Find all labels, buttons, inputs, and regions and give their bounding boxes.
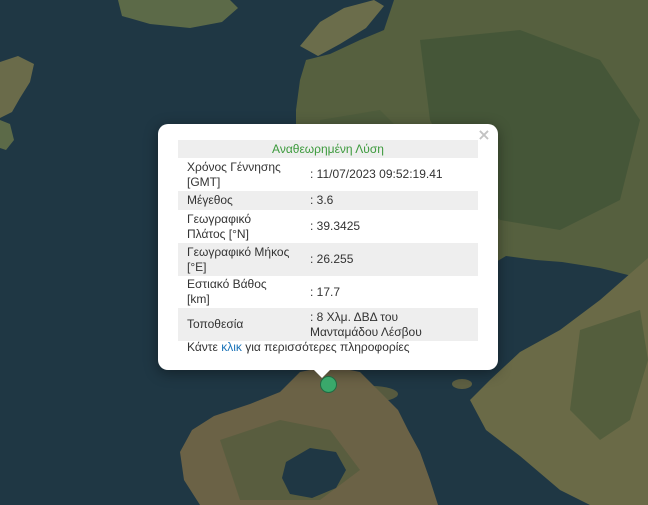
- earthquake-info-popup: × Αναθεωρημένη Λύση Χρόνος Γέννησης [GMT…: [158, 124, 498, 370]
- location-value: : 8 Χλμ. ΔΒΔ του Μανταμάδου Λέσβου: [301, 308, 478, 341]
- magnitude-label: Μέγεθος: [178, 191, 301, 210]
- more-info-text: Κάντε κλικ για περισσότερες πληροφορίες: [178, 338, 478, 357]
- table-row: Γεωγραφικό Πλάτος [°N] : 39.3425: [178, 210, 478, 243]
- depth-value: : 17.7: [310, 284, 341, 299]
- latitude-value: : 39.3425: [310, 219, 361, 233]
- table-row: Γεωγραφικό Μήκος [°E] : 26.255: [178, 243, 478, 276]
- earthquake-marker[interactable]: [320, 376, 337, 393]
- table-row: Τοποθεσία : 8 Χλμ. ΔΒΔ του Μανταμάδου Λέ…: [178, 308, 478, 341]
- more-info-link[interactable]: κλικ: [221, 340, 242, 354]
- table-row: Εστιακό Βάθος [km] : 17.7: [178, 276, 478, 308]
- close-icon[interactable]: ×: [476, 127, 492, 143]
- location-label: Τοποθεσία: [178, 308, 301, 341]
- origin-time-label: Χρόνος Γέννησης [GMT]: [187, 159, 281, 189]
- popup-title: Αναθεωρημένη Λύση: [178, 140, 478, 158]
- depth-label: Εστιακό Βάθος [km]: [187, 277, 267, 306]
- more-info-prefix: Κάντε: [187, 340, 222, 354]
- longitude-value: : 26.255: [301, 243, 478, 276]
- longitude-label: Γεωγραφικό Μήκος [°E]: [178, 243, 301, 276]
- more-info-suffix: για περισσότερες πληροφορίες: [241, 340, 410, 354]
- latitude-label: Γεωγραφικό Πλάτος [°N]: [187, 211, 252, 241]
- magnitude-value: : 3.6: [301, 191, 478, 210]
- table-row: Μέγεθος : 3.6: [178, 191, 478, 210]
- table-row: Χρόνος Γέννησης [GMT] : 11/07/2023 09:52…: [178, 158, 478, 191]
- origin-time-value: : 11/07/2023 09:52:19.41: [310, 167, 443, 181]
- info-table: Χρόνος Γέννησης [GMT] : 11/07/2023 09:52…: [178, 158, 478, 341]
